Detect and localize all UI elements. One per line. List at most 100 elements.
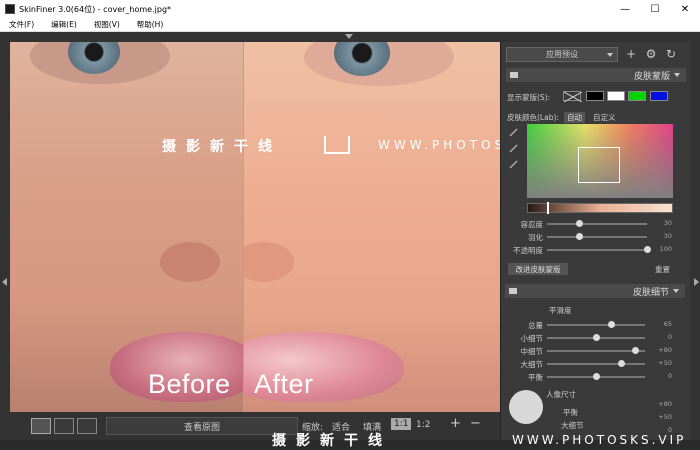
nose-shadow [244,242,294,282]
right-arrow-icon[interactable] [694,278,699,286]
preset-select[interactable]: 应用预设 [506,46,618,62]
slider-value: +80 [658,346,672,354]
close-button[interactable]: ✕ [670,0,700,18]
watermark-en-bottom: WWW.PHOTOSKS.VIP [512,433,687,447]
mask-black-swatch[interactable] [586,91,604,101]
split-horizontal-button[interactable] [77,418,97,434]
skin-detail-title: 皮肤细节 [632,287,669,298]
zoom-out-icon[interactable]: − [470,416,481,431]
value-b: +50 [658,413,672,421]
slider-knob[interactable] [644,246,651,253]
mask-none-swatch[interactable] [563,91,583,103]
slider-value: 65 [663,320,672,328]
slider-label: 平衡 [528,373,543,382]
large-detail-label-2: 大细节 [561,421,584,430]
eyedropper-tools [509,128,518,169]
window-controls: — ☐ ✕ [610,0,700,18]
minimize-button[interactable]: — [610,0,640,18]
refresh-icon[interactable]: ↻ [664,47,678,61]
slider-label: 容忍度 [520,220,544,229]
title-bar: SkinFiner 3.0(64位) - cover_home.jpg* — ☐… [0,0,700,18]
slider-value: 30 [663,219,672,227]
portrait-size-preview[interactable] [509,390,543,424]
watermark-cn: 摄影新干线 [162,139,282,155]
eyedropper-icon[interactable] [509,128,518,137]
slider-label: 总量 [528,321,543,330]
mask-white-swatch[interactable] [607,91,625,101]
slider-knob[interactable] [607,321,615,328]
slider-value: 100 [659,245,672,253]
slider-track[interactable] [547,223,647,225]
slider-knob[interactable] [593,373,600,380]
collapse-down-icon[interactable] [345,34,353,39]
slider-track[interactable] [547,249,647,251]
slider-track[interactable] [547,350,645,352]
collapse-icon[interactable] [674,73,680,77]
slider-label: 小细节 [520,334,544,343]
menu-help[interactable]: 帮助(H) [128,19,172,30]
left-edge-strip [0,42,10,440]
window-title: SkinFiner 3.0(64位) - cover_home.jpg* [19,4,172,14]
view-mode-group [28,418,97,434]
smoothness-label: 平滑度 [549,306,572,315]
slider-track[interactable] [547,363,645,365]
section-toggle-icon[interactable] [510,72,518,78]
auto-color-button[interactable]: 自动 [564,112,585,123]
single-view-button[interactable] [31,418,51,434]
zoom-1-1-button[interactable]: 1:1 [391,418,412,430]
watermark-logo [324,136,350,154]
slider-track[interactable] [547,324,645,326]
menu-bar: 文件(F) 编辑(E) 视图(V) 帮助(H) [0,18,700,32]
before-image [10,42,243,412]
luminance-marker[interactable] [547,202,549,214]
menu-file[interactable]: 文件(F) [0,19,42,30]
enhance-mask-button[interactable]: 改进皮肤蒙版 [508,263,568,275]
section-toggle-icon[interactable] [509,288,517,294]
eyedropper-plus-icon[interactable] [509,144,518,153]
slider-value: 30 [663,232,672,240]
app-icon [5,4,15,14]
slider-knob[interactable] [593,334,600,341]
slider-label: 中细节 [520,347,544,356]
slider-knob[interactable] [576,220,583,227]
slider-value: 0 [667,372,672,380]
skin-detail-header[interactable]: 皮肤细节 [505,284,685,298]
maximize-button[interactable]: ☐ [640,0,670,18]
skin-mask-header[interactable]: 皮肤蒙版 [506,68,686,82]
skin-color-label: 皮肤颜色(Lab): [507,113,559,122]
collapse-icon[interactable] [673,289,679,293]
preset-row: 应用预设 + ⚙ ↻ [506,46,686,62]
view-original-button[interactable]: 查看原图 [106,417,298,435]
skin-mask-title: 皮肤蒙版 [633,71,670,82]
slider-label: 不透明度 [513,246,543,255]
menu-view[interactable]: 视图(V) [85,19,128,30]
mask-green-swatch[interactable] [628,91,646,101]
eyedropper-minus-icon[interactable] [509,160,518,169]
nose-shadow [160,242,220,282]
slider-knob[interactable] [576,233,583,240]
slider-label: 羽化 [528,233,543,242]
chevron-down-icon [607,52,613,57]
zoom-1-2-button[interactable]: 1:2 [416,420,430,430]
before-label: Before [148,369,231,399]
slider-track[interactable] [547,236,647,238]
mask-blue-swatch[interactable] [650,91,668,101]
balance-label-2: 平衡 [563,408,578,417]
slider-label: 大细节 [520,360,544,369]
left-arrow-icon[interactable] [2,278,7,286]
slider-value: 0 [667,333,672,341]
color-picker-selection[interactable] [578,147,620,183]
image-canvas[interactable]: Before After 摄影新干线 WWW.PHOTOSKS.VIP [10,42,500,412]
after-image [244,42,500,412]
slider-value: +50 [658,359,672,367]
custom-color-button[interactable]: 自定义 [593,112,616,123]
reset-button[interactable]: 重置 [655,264,670,275]
menu-edit[interactable]: 编辑(E) [42,19,85,30]
bottom-toolbar: 查看原图 缩放: 适合 填满 1:1 1:2 + − [10,412,500,440]
add-preset-icon[interactable]: + [624,47,638,61]
right-edge-strip [690,42,700,440]
split-vertical-button[interactable] [54,418,74,434]
zoom-in-icon[interactable]: + [450,416,461,431]
slider-knob[interactable] [617,360,625,367]
gear-icon[interactable]: ⚙ [644,47,658,61]
